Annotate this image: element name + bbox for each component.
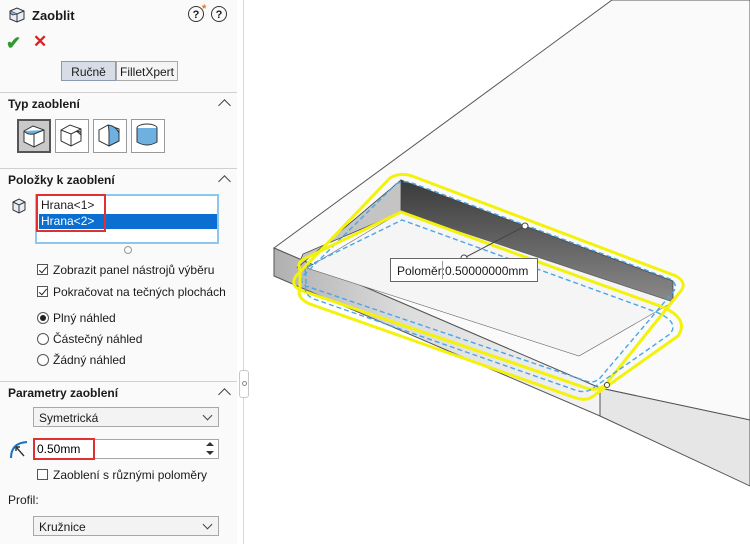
partial-preview-radio[interactable]: [37, 333, 49, 345]
highlight-box-edges: [36, 194, 106, 232]
help-icon[interactable]: ?: [211, 6, 227, 22]
variable-size-fillet-icon: [60, 124, 82, 147]
cancel-x-icon[interactable]: ✕: [33, 32, 47, 52]
dimension-separator: [442, 261, 443, 279]
highlight-box-radius: [33, 438, 95, 460]
section-fillet-type-title: Typ zaoblení: [8, 97, 80, 111]
panel-splitter[interactable]: [237, 0, 244, 544]
profile-dropdown[interactable]: Kružnice: [33, 516, 219, 536]
collapse-chevron-icon[interactable]: [218, 388, 231, 401]
variable-size-fillet-button[interactable]: [55, 119, 89, 153]
profile-label: Profil:: [8, 493, 39, 507]
face-fillet-icon: [98, 124, 120, 147]
edge-selection-icon: [12, 198, 26, 214]
spin-down-icon[interactable]: [203, 449, 217, 457]
help-glyph: ?: [215, 9, 223, 21]
chevron-down-icon: [202, 410, 213, 421]
property-manager-panel: Zaoblit ? * ? ✔ ✕ Ručně FilletXpert Typ …: [0, 0, 238, 544]
edge-pick-point[interactable]: [604, 382, 610, 388]
full-round-fillet-icon: [136, 123, 158, 146]
dimension-handle-end[interactable]: [521, 222, 529, 230]
section-items-title: Položky k zaoblení: [8, 173, 115, 187]
list-resize-handle-icon[interactable]: [124, 246, 132, 254]
tab-filletxpert[interactable]: FilletXpert: [116, 61, 178, 81]
no-preview-label: Žádný náhled: [53, 353, 126, 367]
partial-preview-label: Částečný náhled: [53, 332, 143, 346]
section-fillet-parameters[interactable]: Parametry zaoblení: [0, 381, 237, 404]
constant-size-fillet-button[interactable]: [17, 119, 51, 153]
panel-title: Zaoblit: [32, 8, 75, 23]
collapse-chevron-icon[interactable]: [218, 99, 231, 112]
tab-manual[interactable]: Ručně: [61, 61, 116, 81]
dimension-label: Poloměr:: [397, 264, 446, 278]
face-fillet-button[interactable]: [93, 119, 127, 153]
collapse-chevron-icon[interactable]: [218, 175, 231, 188]
chevron-down-icon: [202, 519, 213, 530]
full-round-fillet-button[interactable]: [131, 119, 165, 153]
spin-up-icon[interactable]: [203, 441, 217, 449]
tangent-propagation-label: Pokračovat na tečných plochách: [53, 285, 226, 299]
multiple-radius-label: Zaoblení s různými poloměry: [53, 468, 208, 482]
radius-dimension-callout[interactable]: Poloměr: 0.50000000mm: [390, 258, 538, 282]
section-items-to-fillet[interactable]: Položky k zaoblení: [0, 168, 237, 191]
asterisk-icon: *: [202, 3, 207, 15]
multiple-radius-checkbox[interactable]: [37, 469, 48, 480]
full-preview-label: Plný náhled: [53, 311, 116, 325]
tangent-propagation-checkbox[interactable]: [37, 286, 48, 297]
full-preview-radio[interactable]: [37, 312, 49, 324]
dimension-value[interactable]: 0.50000000mm: [445, 264, 528, 278]
section-fillet-type[interactable]: Typ zaoblení: [0, 92, 237, 115]
symmetry-value: Symetrická: [39, 411, 99, 425]
section-params-title: Parametry zaoblení: [8, 386, 119, 400]
ok-checkmark-icon[interactable]: ✔: [6, 33, 21, 54]
help-glyph: ?: [192, 9, 200, 21]
fillet-feature-icon: [9, 7, 25, 23]
show-selection-toolbar-label: Zobrazit panel nástrojů výběru: [53, 263, 215, 277]
show-selection-toolbar-checkbox[interactable]: [37, 264, 48, 275]
no-preview-radio[interactable]: [37, 354, 49, 366]
radius-icon: [10, 441, 28, 459]
panel-header: Zaoblit ? * ?: [8, 3, 233, 26]
constant-size-fillet-icon: [23, 125, 45, 148]
symmetry-dropdown[interactable]: Symetrická: [33, 407, 219, 427]
profile-value: Kružnice: [39, 520, 86, 534]
